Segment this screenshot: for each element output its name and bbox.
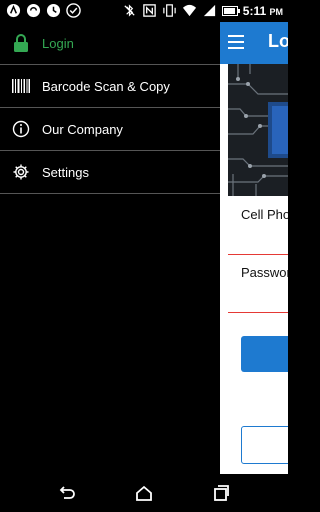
barcode-icon bbox=[12, 77, 30, 95]
battery-icon bbox=[221, 5, 240, 16]
vibrate-icon bbox=[163, 4, 176, 17]
gear-icon bbox=[12, 163, 30, 181]
drawer-item-settings[interactable]: Settings bbox=[0, 151, 220, 194]
recents-icon[interactable] bbox=[212, 484, 230, 502]
lock-icon bbox=[12, 34, 30, 52]
drawer-item-login[interactable]: Login bbox=[0, 22, 220, 65]
login-button[interactable] bbox=[241, 336, 288, 372]
system-navigation-bar bbox=[0, 474, 288, 512]
drawer-item-barcode-scan[interactable]: Barcode Scan & Copy bbox=[0, 65, 220, 108]
info-icon bbox=[12, 120, 30, 138]
password-label: Password bbox=[241, 265, 288, 280]
menu-icon[interactable] bbox=[228, 35, 244, 49]
hero-image bbox=[228, 64, 288, 196]
cell-phone-field[interactable] bbox=[228, 254, 288, 255]
status-time: 5:11 PM bbox=[242, 3, 283, 18]
secondary-button[interactable] bbox=[241, 426, 288, 464]
sync-alt-icon bbox=[46, 3, 61, 18]
drawer-item-label: Login bbox=[42, 35, 74, 51]
home-icon[interactable] bbox=[135, 484, 153, 502]
drawer-item-label: Settings bbox=[42, 164, 89, 180]
app-toolbar: Login bbox=[220, 22, 288, 64]
password-field[interactable] bbox=[228, 312, 288, 313]
check-icon bbox=[66, 3, 81, 18]
navigation-drawer: Login Barcode Scan & Copy Our Company Se… bbox=[0, 22, 220, 474]
cell-phone-label: Cell Phone bbox=[241, 207, 288, 222]
nfc-icon bbox=[143, 4, 156, 17]
drawer-item-our-company[interactable]: Our Company bbox=[0, 108, 220, 151]
login-screen: Login Cell Phone Password bbox=[220, 22, 288, 474]
app-notification-icon bbox=[6, 3, 21, 18]
wifi-icon bbox=[182, 4, 196, 17]
signal-icon bbox=[203, 4, 215, 17]
sync-icon bbox=[26, 3, 41, 18]
app-title: Login bbox=[268, 31, 288, 51]
drawer-item-label: Our Company bbox=[42, 121, 123, 137]
bluetooth-off-icon bbox=[124, 4, 135, 17]
drawer-item-label: Barcode Scan & Copy bbox=[42, 78, 170, 94]
status-bar: 5:11 PM bbox=[0, 0, 288, 22]
back-icon[interactable] bbox=[58, 484, 76, 502]
